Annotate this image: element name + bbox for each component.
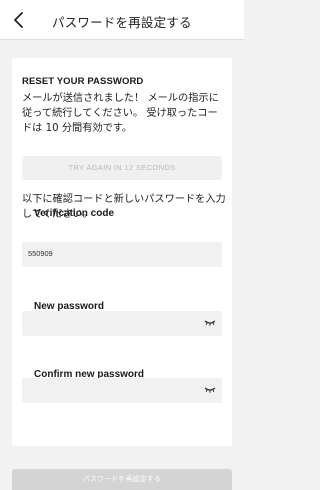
verification-code-value: 550909: [28, 249, 53, 258]
app-header: パスワードを再設定する: [0, 0, 244, 40]
email-sent-notice: メールが送信されました！ メールの指示に従って続行してください。 受け取ったコー…: [22, 93, 219, 134]
page-title: パスワードを再設定する: [52, 15, 192, 30]
back-arrow-icon[interactable]: [12, 12, 26, 28]
verification-code-label: Verification code: [34, 208, 115, 219]
hide-password-icon[interactable]: [204, 319, 216, 327]
try-again-button[interactable]: TRY AGAIN IN 12 SECONDS: [22, 156, 222, 180]
verification-code-field[interactable]: 550909: [22, 242, 222, 267]
reset-password-submit-button[interactable]: パスワードを再設定する: [12, 469, 232, 490]
new-password-field[interactable]: [22, 311, 222, 336]
card-heading: RESET YOUR PASSWORD: [22, 76, 144, 87]
hide-confirm-password-icon[interactable]: [204, 386, 216, 394]
reset-password-card: RESET YOUR PASSWORD メールが送信されました！ メールの指示に…: [12, 58, 232, 446]
confirm-password-field[interactable]: [22, 378, 222, 403]
